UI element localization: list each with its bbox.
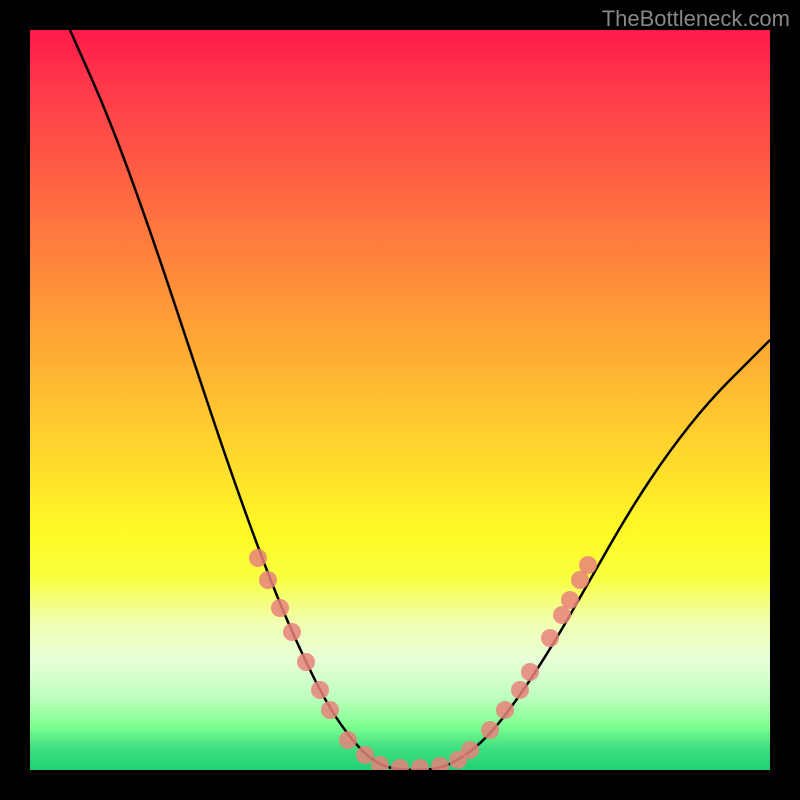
- bottleneck-curve-svg: [30, 30, 770, 770]
- chart-container: TheBottleneck.com: [0, 0, 800, 800]
- curve-markers: [249, 549, 597, 770]
- plot-area: [30, 30, 770, 770]
- watermark-text: TheBottleneck.com: [602, 6, 790, 32]
- curve-line: [70, 30, 770, 770]
